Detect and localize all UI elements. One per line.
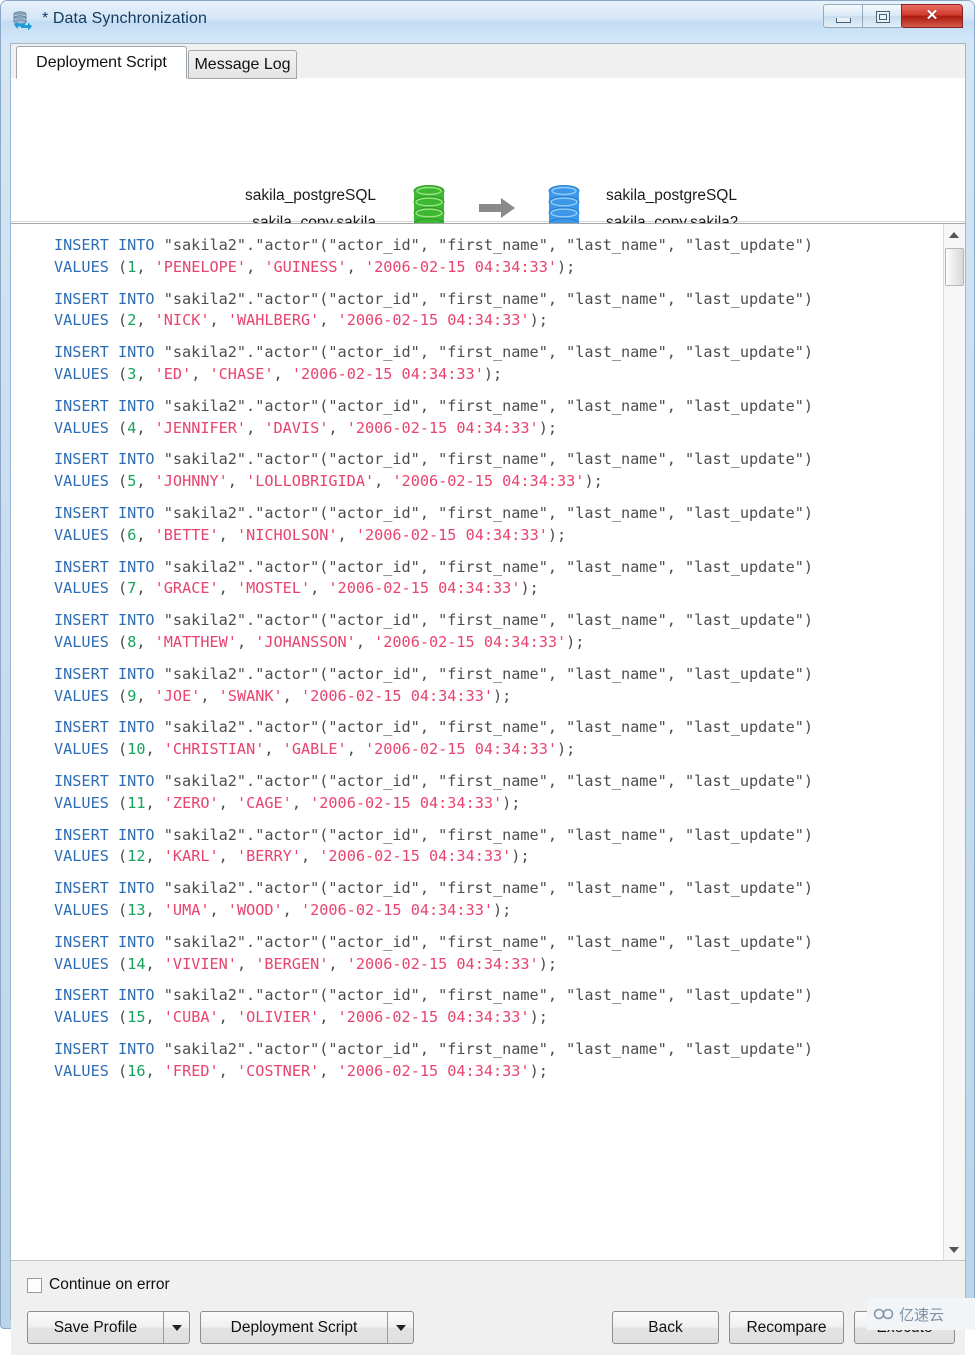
tab-message-log[interactable]: Message Log [188,50,297,79]
sql-statement: INSERT INTO "sakila2"."actor"("actor_id"… [54,503,814,544]
sql-script-text[interactable]: INSERT INTO "sakila2"."actor"("actor_id"… [11,224,943,1260]
sql-statement: INSERT INTO "sakila2"."actor"("actor_id"… [54,718,814,759]
sql-statement: INSERT INTO "sakila2"."actor"("actor_id"… [54,1039,814,1080]
arrow-right-icon [477,196,519,220]
recompare-label: Recompare [746,1319,827,1336]
window-title: * Data Synchronization [42,10,207,27]
maximize-button[interactable] [862,4,902,28]
tab-strip: Deployment Script Message Log [11,44,965,79]
sql-statement: INSERT INTO "sakila2"."actor"("actor_id"… [54,825,814,866]
sql-statement: INSERT INTO "sakila2"."actor"("actor_id"… [54,986,814,1027]
close-button[interactable]: ✕ [901,4,963,28]
recompare-button[interactable]: Recompare [729,1311,844,1344]
editor-vertical-scrollbar[interactable] [943,224,965,1260]
maximize-icon [876,11,890,23]
target-db-line1: sakila_postgreSQL [606,187,737,204]
sql-editor-container: INSERT INTO "sakila2"."actor"("actor_id"… [11,223,965,1260]
back-label: Back [648,1319,683,1336]
sql-statement: INSERT INTO "sakila2"."actor"("actor_id"… [54,343,814,383]
bottom-toolbar: Continue on error Save Profile Deploymen… [11,1260,965,1355]
cloud-logo-icon [873,1308,894,1320]
sql-statement: INSERT INTO "sakila2"."actor"("actor_id"… [54,289,814,330]
continue-on-error-label: Continue on error [49,1276,170,1293]
chevron-down-icon[interactable] [163,1312,189,1343]
sql-statement: INSERT INTO "sakila2"."actor"("actor_id"… [54,771,814,812]
chevron-down-icon[interactable] [387,1312,413,1343]
sql-statement: INSERT INTO "sakila2"."actor"("actor_id"… [54,557,814,598]
watermark-text: 亿速云 [899,1305,945,1324]
tab-deployment-script-label: Deployment Script [36,54,167,71]
sync-header: sakila_postgreSQL sakila_copy.sakila [11,79,965,231]
close-icon: ✕ [925,7,939,24]
source-db-line1: sakila_postgreSQL [245,187,376,204]
tab-deployment-script[interactable]: Deployment Script [16,46,187,79]
minimize-button[interactable] [823,4,863,28]
sql-statement: INSERT INTO "sakila2"."actor"("actor_id"… [54,236,814,276]
sql-statement: INSERT INTO "sakila2"."actor"("actor_id"… [54,450,814,491]
title-bar: * Data Synchronization ✕ [1,1,974,41]
tab-panel-deployment-script: sakila_postgreSQL sakila_copy.sakila [11,78,965,1355]
save-profile-label: Save Profile [53,1319,138,1336]
minimize-icon [836,18,851,23]
sql-statement: INSERT INTO "sakila2"."actor"("actor_id"… [54,879,814,919]
deployment-script-label: Deployment Script [230,1319,358,1336]
data-sync-icon [12,10,34,32]
sql-statement: INSERT INTO "sakila2"."actor"("actor_id"… [54,611,814,651]
application-window: * Data Synchronization ✕ Deployment Scri… [0,0,975,1355]
deployment-script-button[interactable]: Deployment Script [200,1311,414,1344]
client-area: Deployment Script Message Log sakila_pos… [10,43,966,1355]
sql-statement: INSERT INTO "sakila2"."actor"("actor_id"… [54,396,814,437]
scroll-up-icon[interactable] [944,224,965,245]
scroll-thumb[interactable] [945,248,964,286]
scroll-down-icon[interactable] [944,1239,965,1260]
back-button[interactable]: Back [612,1311,719,1344]
save-profile-button[interactable]: Save Profile [27,1311,190,1344]
sql-statement: INSERT INTO "sakila2"."actor"("actor_id"… [54,932,814,973]
watermark: 亿速云 [867,1298,975,1330]
continue-on-error-checkbox[interactable] [27,1278,42,1293]
sql-statement: INSERT INTO "sakila2"."actor"("actor_id"… [54,664,814,705]
tab-message-log-label: Message Log [194,56,291,73]
